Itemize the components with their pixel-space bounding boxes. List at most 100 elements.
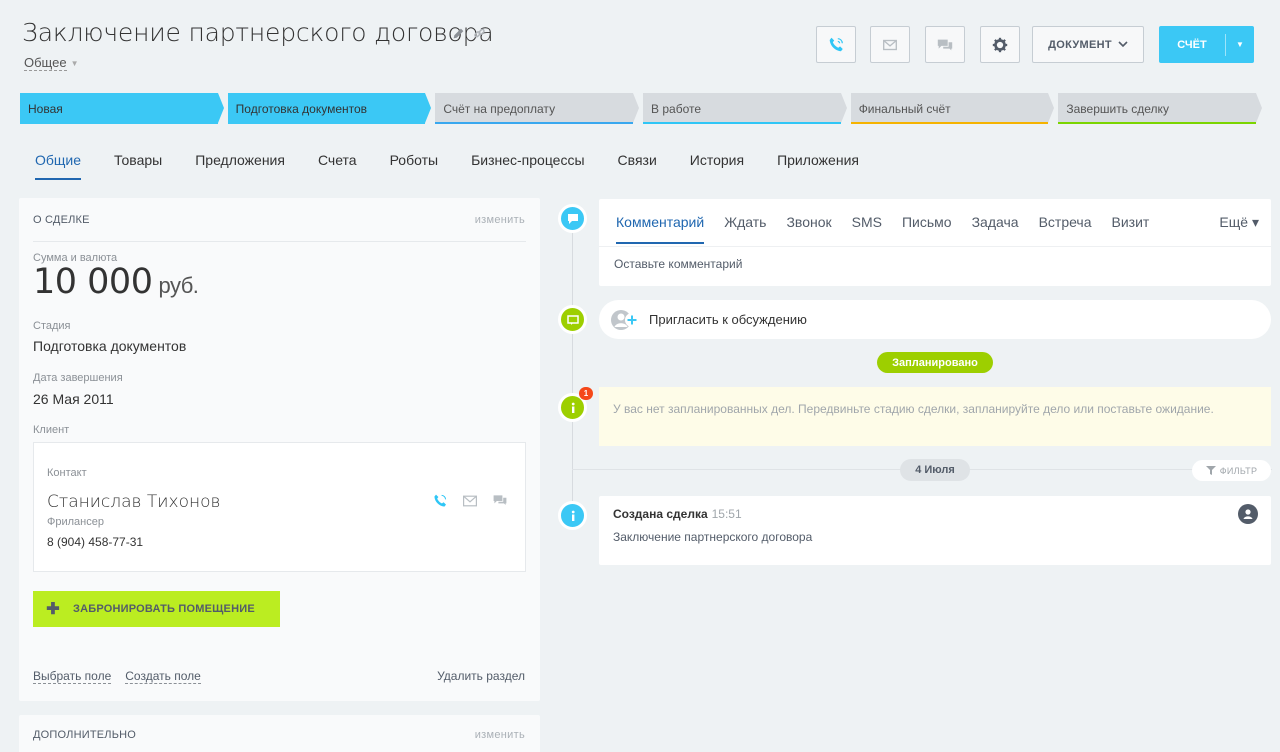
book-room-label: ЗАБРОНИРОВАТЬ ПОМЕЩЕНИЕ [73,603,255,615]
category-selector[interactable]: Общее ▼ [24,55,79,71]
call-button[interactable] [816,26,856,63]
date-badge: 4 Июля [900,459,970,481]
edit-pencil-icon[interactable] [452,27,465,45]
envelope-icon [883,39,897,50]
stage-label: Завершить сделку [1066,101,1169,116]
contact-kind: Контакт [47,467,87,479]
editor-tab[interactable]: Визит [1112,214,1150,244]
additional-card: ДОПОЛНИТЕЛЬНО изменить [19,715,540,752]
editor-tab[interactable]: Задача [972,214,1019,244]
chevron-down-icon[interactable]: ▼ [1226,40,1254,49]
editor-tab[interactable]: Ждать [724,214,766,244]
stage-item[interactable]: Завершить сделку [1058,93,1263,124]
book-room-button[interactable]: ✚ ЗАБРОНИРОВАТЬ ПОМЕЩЕНИЕ [33,591,280,627]
counter-badge: 1 [579,387,593,400]
contact-phone[interactable]: 8 (904) 458-77-31 [47,535,143,549]
tab-item[interactable]: Общие [35,152,82,180]
phone-icon [829,37,843,51]
plus-icon: ✚ [46,601,60,618]
gear-icon [992,37,1008,52]
stage-label: Счёт на предоплату [443,101,556,116]
about-edit-link[interactable]: изменить [475,214,525,226]
email-button[interactable] [870,26,910,63]
editor-tab[interactable]: Письмо [902,214,952,244]
tab-item[interactable]: История [690,152,744,176]
planned-badge: Запланировано [877,352,993,373]
additional-heading: ДОПОЛНИТЕЛЬНО [33,729,137,741]
stage-label: В работе [651,101,702,116]
tab-item[interactable]: Счета [318,152,357,176]
avatar[interactable] [1238,504,1258,524]
invoice-button[interactable]: СЧЁТ ▼ [1159,26,1254,63]
phone-icon[interactable] [431,493,449,509]
deal-tabs: Общие Товары Предложения Счета Роботы Бизнес-… [35,152,892,180]
stage-value: Подготовка документов [33,338,187,354]
chat-button[interactable] [925,26,965,63]
stage-item[interactable]: Новая [20,93,224,124]
link-icon[interactable] [473,27,486,45]
tab-item[interactable]: Связи [618,152,657,176]
editor-more-button[interactable]: Ещё ▾ [1219,214,1259,231]
envelope-icon[interactable] [461,493,479,509]
no-activities-notice: У вас нет запланированных дел. Передвинь… [599,387,1271,446]
amount-value: 10 000 руб. [33,262,199,302]
contact-card: Контакт Станислав Тихонов Фрилансер 8 (9… [33,442,526,572]
stage-item[interactable]: Подготовка документов [227,93,432,124]
stage-label: Подготовка документов [235,101,368,116]
page-title: Заключение партнерского договора [22,18,494,47]
stage-label: Новая [28,101,63,116]
category-label: Общее [24,55,67,71]
tab-item[interactable]: Бизнес-процессы [471,152,584,176]
create-field-link[interactable]: Создать поле [125,669,201,684]
invite-to-discussion[interactable]: Пригласить к обсуждению [599,300,1271,339]
event-time: 15:51 [711,507,742,521]
editor-tab[interactable]: Комментарий [616,214,705,244]
stage-item[interactable]: В работе [643,93,847,124]
client-label: Клиент [33,424,70,436]
info-dot-icon [558,501,587,530]
chevron-down-icon: ▼ [70,58,79,68]
stage-label: Стадия [33,320,71,332]
document-dropdown-button[interactable]: ДОКУМЕНТ [1032,26,1144,63]
comment-input[interactable]: Оставьте комментарий [614,257,742,271]
event-title: Создана сделка 15:51 [613,507,742,521]
filter-icon [1205,466,1216,475]
add-user-icon [611,309,639,330]
title-actions [452,27,486,45]
tab-item[interactable]: Приложения [777,152,859,176]
filter-button[interactable]: ФИЛЬТР [1192,460,1271,481]
event-text[interactable]: Заключение партнерского договора [613,530,812,544]
tab-item[interactable]: Предложения [195,152,285,176]
invite-dot-icon [558,305,587,334]
invite-label: Пригласить к обсуждению [649,312,807,327]
close-date-value: 26 Мая 2011 [33,391,114,407]
timeline-line [572,218,573,518]
invoice-label: СЧЁТ [1177,38,1207,51]
stage-item[interactable]: Финальный счёт [850,93,1055,124]
field-links: Выбрать поле Создать поле [33,669,201,684]
settings-button[interactable] [980,26,1020,63]
tab-item[interactable]: Роботы [390,152,438,176]
select-field-link[interactable]: Выбрать поле [33,669,112,684]
contact-name[interactable]: Станислав Тихонов [47,492,220,512]
chat-icon[interactable] [491,493,509,509]
tab-item[interactable]: Товары [114,152,162,176]
editor-tabs: Комментарий Ждать Звонок SMS Письмо Задача Вст… [616,214,1169,244]
delete-section-link[interactable]: Удалить раздел [437,669,525,683]
editor-tab[interactable]: Звонок [786,214,831,244]
filter-label: ФИЛЬТР [1219,465,1258,476]
additional-edit-link[interactable]: изменить [475,729,525,741]
close-date-label: Дата завершения [33,372,123,384]
currency: руб. [158,273,199,298]
stage-label: Финальный счёт [858,101,951,116]
chat-icon [937,39,953,50]
about-deal-card: О СДЕЛКЕ изменить Сумма и валюта 10 000 р… [19,198,540,701]
stage-item[interactable]: Счёт на предоплату [435,93,640,124]
chevron-down-icon [1118,41,1128,48]
activity-editor: Комментарий Ждать Звонок SMS Письмо Задача Вст… [599,199,1271,286]
contact-actions [431,493,509,509]
document-label: ДОКУМЕНТ [1048,38,1112,51]
editor-tab[interactable]: SMS [852,214,882,244]
stage-bar: Новая Подготовка документов Счёт на предоп… [20,93,1266,124]
editor-tab[interactable]: Встреча [1039,214,1092,244]
